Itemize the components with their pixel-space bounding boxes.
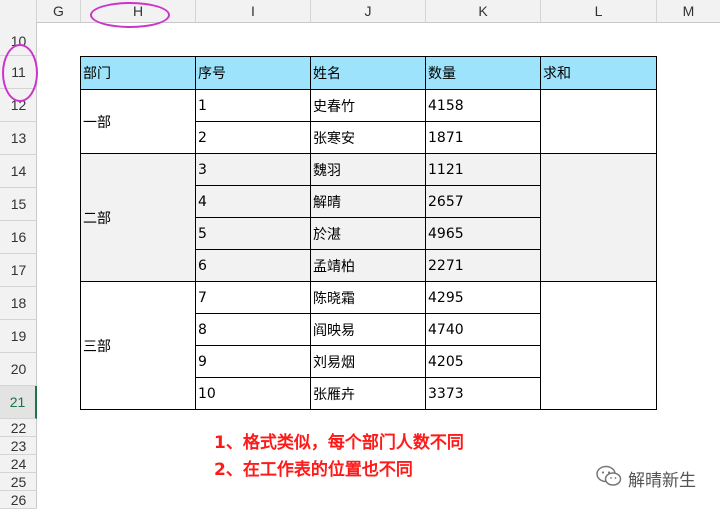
no-cell[interactable]: 10 — [195, 377, 311, 410]
row-header-19[interactable]: 19 — [0, 320, 37, 353]
wechat-icon — [596, 465, 622, 492]
watermark-text: 解晴新生 — [628, 470, 696, 491]
select-all-corner[interactable] — [0, 0, 37, 22]
row-header-16[interactable]: 16 — [0, 221, 37, 254]
row-header-13[interactable]: 13 — [0, 122, 37, 155]
department-table: 部门 序号 姓名 数量 求和 一部 1 史春竹 4158 2 张寒安 1871 … — [80, 56, 657, 410]
no-cell[interactable]: 7 — [195, 281, 311, 314]
highlight-oval-column-h — [90, 2, 170, 28]
dept-cell[interactable]: 三部 — [80, 281, 196, 410]
highlight-oval-row-11 — [2, 44, 38, 102]
table-header-row: 部门 序号 姓名 数量 求和 — [80, 56, 657, 90]
no-cell[interactable]: 4 — [195, 185, 311, 218]
qty-cell[interactable]: 1121 — [425, 153, 541, 186]
column-header-i[interactable]: I — [196, 0, 311, 22]
name-cell[interactable]: 孟靖柏 — [310, 249, 426, 282]
name-cell[interactable]: 刘易烟 — [310, 345, 426, 378]
header-cell-no[interactable]: 序号 — [195, 56, 311, 90]
no-cell[interactable]: 3 — [195, 153, 311, 186]
row-header-25[interactable]: 25 — [0, 473, 37, 491]
row-header-22[interactable]: 22 — [0, 419, 37, 437]
name-cell[interactable]: 张寒安 — [310, 121, 426, 154]
dept-cell[interactable]: 二部 — [80, 153, 196, 282]
column-header-m[interactable]: M — [657, 0, 720, 22]
qty-cell[interactable]: 1871 — [425, 121, 541, 154]
name-cell[interactable]: 张雁卉 — [310, 377, 426, 410]
dept-cell[interactable]: 一部 — [80, 89, 196, 154]
name-cell[interactable]: 阎映易 — [310, 313, 426, 346]
no-cell[interactable]: 1 — [195, 89, 311, 122]
annotation-2: 2、在工作表的位置也不同 — [214, 460, 413, 480]
no-cell[interactable]: 5 — [195, 217, 311, 250]
no-cell[interactable]: 8 — [195, 313, 311, 346]
name-cell[interactable]: 史春竹 — [310, 89, 426, 122]
qty-cell[interactable]: 4205 — [425, 345, 541, 378]
qty-cell[interactable]: 4740 — [425, 313, 541, 346]
row-header-17[interactable]: 17 — [0, 254, 37, 287]
qty-cell[interactable]: 2657 — [425, 185, 541, 218]
no-cell[interactable]: 9 — [195, 345, 311, 378]
column-header-k[interactable]: K — [426, 0, 541, 22]
row-header-23[interactable]: 23 — [0, 437, 37, 455]
header-cell-qty[interactable]: 数量 — [425, 56, 541, 90]
no-cell[interactable]: 2 — [195, 121, 311, 154]
qty-cell[interactable]: 4158 — [425, 89, 541, 122]
name-cell[interactable]: 於湛 — [310, 217, 426, 250]
sum-cell[interactable] — [540, 281, 657, 410]
row-header-18[interactable]: 18 — [0, 287, 37, 320]
name-cell[interactable]: 魏羽 — [310, 153, 426, 186]
row-header-21[interactable]: 21 — [0, 386, 37, 419]
column-header-j[interactable]: J — [311, 0, 426, 22]
qty-cell[interactable]: 4295 — [425, 281, 541, 314]
name-cell[interactable]: 陈晓霜 — [310, 281, 426, 314]
row-header-20[interactable]: 20 — [0, 353, 37, 386]
header-cell-sum[interactable]: 求和 — [540, 56, 657, 90]
column-header-g[interactable]: G — [37, 0, 81, 22]
row-header-14[interactable]: 14 — [0, 155, 37, 188]
table-row: 三部 7 陈晓霜 4295 — [80, 281, 657, 410]
column-header-l[interactable]: L — [541, 0, 657, 22]
name-cell[interactable]: 解晴 — [310, 185, 426, 218]
qty-cell[interactable]: 4965 — [425, 217, 541, 250]
table-row: 一部 1 史春竹 4158 — [80, 89, 657, 154]
annotation-1: 1、格式类似，每个部门人数不同 — [214, 433, 464, 453]
row-header-26[interactable]: 26 — [0, 491, 37, 509]
qty-cell[interactable]: 2271 — [425, 249, 541, 282]
header-cell-dept[interactable]: 部门 — [80, 56, 196, 90]
no-cell[interactable]: 6 — [195, 249, 311, 282]
header-cell-name[interactable]: 姓名 — [310, 56, 426, 90]
row-header-15[interactable]: 15 — [0, 188, 37, 221]
sum-cell[interactable] — [540, 89, 657, 154]
watermark: 解晴新生 — [596, 464, 696, 492]
table-row: 二部 3 魏羽 1121 — [80, 153, 657, 282]
row-header-24[interactable]: 24 — [0, 455, 37, 473]
qty-cell[interactable]: 3373 — [425, 377, 541, 410]
sum-cell[interactable] — [540, 153, 657, 282]
